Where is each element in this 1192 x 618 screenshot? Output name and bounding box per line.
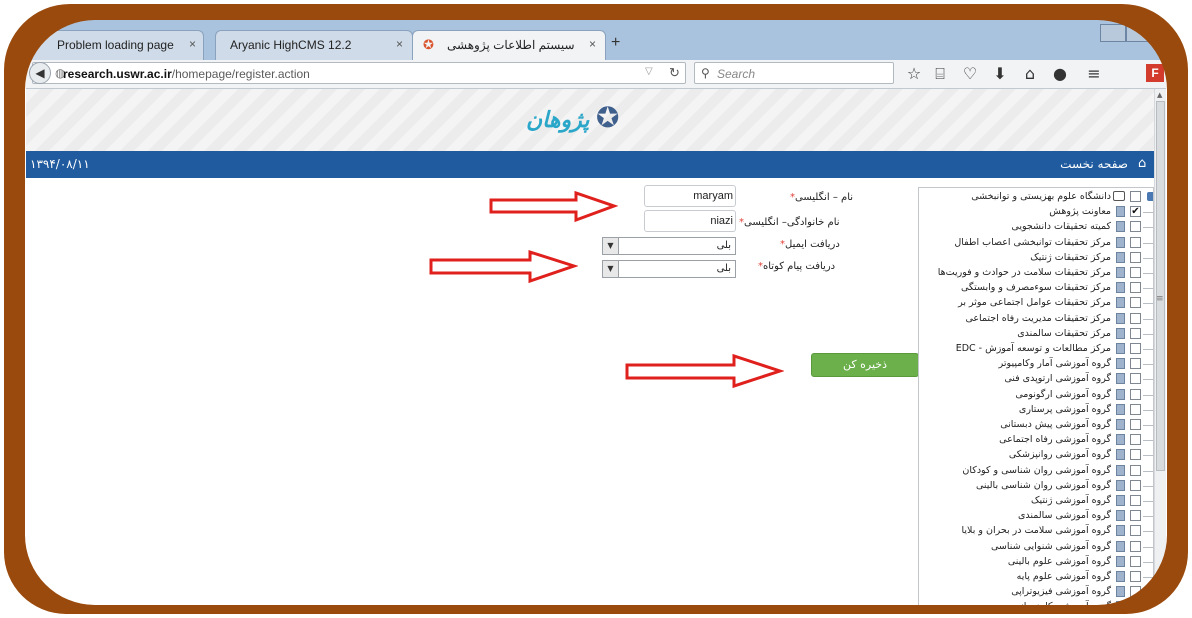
decorative-frame (0, 0, 1192, 618)
